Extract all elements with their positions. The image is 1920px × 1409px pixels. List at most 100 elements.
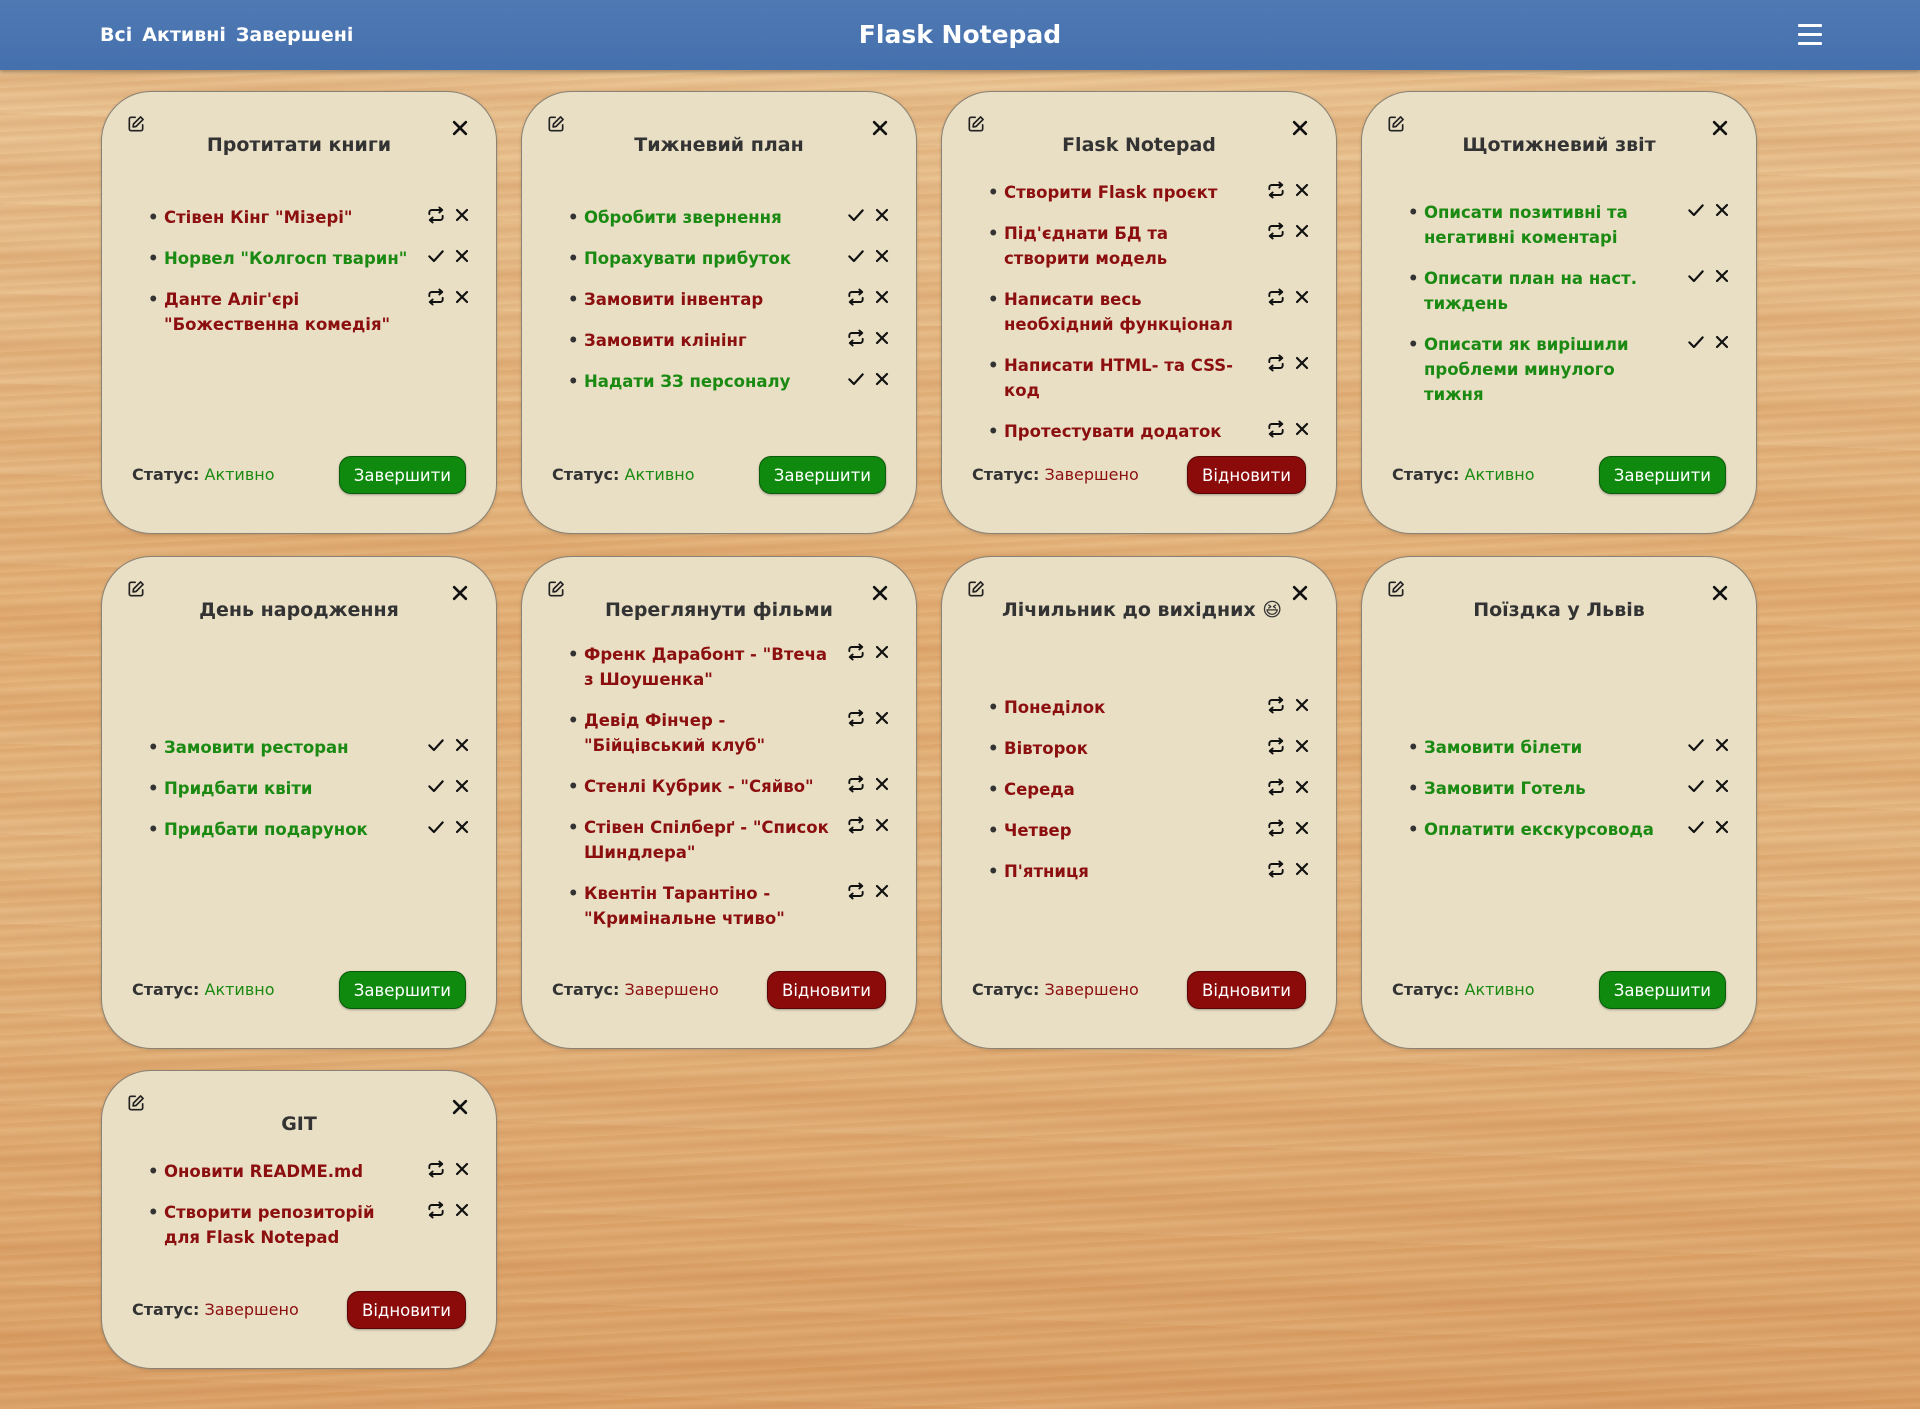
check-icon[interactable] bbox=[1686, 332, 1706, 352]
check-icon[interactable] bbox=[846, 205, 866, 225]
remove-icon[interactable] bbox=[1292, 736, 1312, 756]
remove-icon[interactable] bbox=[452, 205, 472, 225]
complete-button[interactable]: Завершити bbox=[338, 456, 466, 494]
complete-button[interactable]: Завершити bbox=[1598, 456, 1726, 494]
close-icon[interactable] bbox=[1290, 118, 1310, 138]
repeat-icon[interactable] bbox=[1266, 180, 1286, 200]
remove-icon[interactable] bbox=[1712, 735, 1732, 755]
repeat-icon[interactable] bbox=[426, 287, 446, 307]
edit-icon[interactable] bbox=[546, 114, 566, 134]
restore-button[interactable]: Відновити bbox=[1187, 456, 1306, 494]
repeat-icon[interactable] bbox=[426, 1159, 446, 1179]
remove-icon[interactable] bbox=[872, 205, 892, 225]
check-icon[interactable] bbox=[1686, 735, 1706, 755]
check-icon[interactable] bbox=[426, 246, 446, 266]
remove-icon[interactable] bbox=[1712, 266, 1732, 286]
restore-button[interactable]: Відновити bbox=[767, 971, 886, 1009]
check-icon[interactable] bbox=[426, 735, 446, 755]
edit-icon[interactable] bbox=[1386, 579, 1406, 599]
restore-button[interactable]: Відновити bbox=[347, 1291, 466, 1329]
remove-icon[interactable] bbox=[452, 246, 472, 266]
close-icon[interactable] bbox=[870, 118, 890, 138]
remove-icon[interactable] bbox=[1712, 776, 1732, 796]
remove-icon[interactable] bbox=[452, 1159, 472, 1179]
remove-icon[interactable] bbox=[1292, 353, 1312, 373]
filter-all-link[interactable]: Всі bbox=[100, 24, 132, 46]
repeat-icon[interactable] bbox=[846, 815, 866, 835]
repeat-icon[interactable] bbox=[846, 287, 866, 307]
repeat-icon[interactable] bbox=[846, 708, 866, 728]
edit-icon[interactable] bbox=[126, 1093, 146, 1113]
check-icon[interactable] bbox=[1686, 200, 1706, 220]
close-icon[interactable] bbox=[1710, 583, 1730, 603]
remove-icon[interactable] bbox=[452, 817, 472, 837]
repeat-icon[interactable] bbox=[1266, 353, 1286, 373]
remove-icon[interactable] bbox=[1712, 200, 1732, 220]
remove-icon[interactable] bbox=[452, 776, 472, 796]
repeat-icon[interactable] bbox=[846, 774, 866, 794]
remove-icon[interactable] bbox=[1292, 180, 1312, 200]
remove-icon[interactable] bbox=[872, 774, 892, 794]
hamburger-menu-icon[interactable] bbox=[1798, 24, 1822, 46]
check-icon[interactable] bbox=[846, 369, 866, 389]
remove-icon[interactable] bbox=[872, 881, 892, 901]
complete-button[interactable]: Завершити bbox=[758, 456, 886, 494]
remove-icon[interactable] bbox=[872, 369, 892, 389]
edit-icon[interactable] bbox=[966, 579, 986, 599]
check-icon[interactable] bbox=[1686, 776, 1706, 796]
repeat-icon[interactable] bbox=[1266, 777, 1286, 797]
filter-completed-link[interactable]: Завершені bbox=[236, 24, 354, 46]
close-icon[interactable] bbox=[450, 1097, 470, 1117]
remove-icon[interactable] bbox=[452, 1200, 472, 1220]
repeat-icon[interactable] bbox=[1266, 818, 1286, 838]
remove-icon[interactable] bbox=[1292, 695, 1312, 715]
restore-button[interactable]: Відновити bbox=[1187, 971, 1306, 1009]
remove-icon[interactable] bbox=[1712, 332, 1732, 352]
close-icon[interactable] bbox=[450, 118, 470, 138]
check-icon[interactable] bbox=[846, 246, 866, 266]
check-icon[interactable] bbox=[426, 817, 446, 837]
repeat-icon[interactable] bbox=[426, 205, 446, 225]
edit-icon[interactable] bbox=[126, 579, 146, 599]
remove-icon[interactable] bbox=[1292, 287, 1312, 307]
remove-icon[interactable] bbox=[872, 328, 892, 348]
remove-icon[interactable] bbox=[1292, 777, 1312, 797]
repeat-icon[interactable] bbox=[846, 881, 866, 901]
repeat-icon[interactable] bbox=[846, 328, 866, 348]
filter-active-link[interactable]: Активні bbox=[142, 24, 226, 46]
check-icon[interactable] bbox=[426, 776, 446, 796]
repeat-icon[interactable] bbox=[846, 642, 866, 662]
complete-button[interactable]: Завершити bbox=[1598, 971, 1726, 1009]
close-icon[interactable] bbox=[450, 583, 470, 603]
remove-icon[interactable] bbox=[872, 708, 892, 728]
remove-icon[interactable] bbox=[872, 642, 892, 662]
repeat-icon[interactable] bbox=[426, 1200, 446, 1220]
remove-icon[interactable] bbox=[1292, 419, 1312, 439]
remove-icon[interactable] bbox=[1292, 221, 1312, 241]
repeat-icon[interactable] bbox=[1266, 736, 1286, 756]
edit-icon[interactable] bbox=[1386, 114, 1406, 134]
remove-icon[interactable] bbox=[452, 735, 472, 755]
remove-icon[interactable] bbox=[872, 246, 892, 266]
close-icon[interactable] bbox=[870, 583, 890, 603]
remove-icon[interactable] bbox=[872, 287, 892, 307]
remove-icon[interactable] bbox=[872, 815, 892, 835]
complete-button[interactable]: Завершити bbox=[338, 971, 466, 1009]
repeat-icon[interactable] bbox=[1266, 419, 1286, 439]
remove-icon[interactable] bbox=[452, 287, 472, 307]
close-icon[interactable] bbox=[1710, 118, 1730, 138]
repeat-icon[interactable] bbox=[1266, 695, 1286, 715]
task-text: Порахувати прибуток bbox=[584, 249, 792, 268]
close-icon[interactable] bbox=[1290, 583, 1310, 603]
remove-icon[interactable] bbox=[1292, 859, 1312, 879]
repeat-icon[interactable] bbox=[1266, 859, 1286, 879]
repeat-icon[interactable] bbox=[1266, 287, 1286, 307]
check-icon[interactable] bbox=[1686, 266, 1706, 286]
repeat-icon[interactable] bbox=[1266, 221, 1286, 241]
check-icon[interactable] bbox=[1686, 817, 1706, 837]
edit-icon[interactable] bbox=[126, 114, 146, 134]
edit-icon[interactable] bbox=[546, 579, 566, 599]
remove-icon[interactable] bbox=[1292, 818, 1312, 838]
edit-icon[interactable] bbox=[966, 114, 986, 134]
remove-icon[interactable] bbox=[1712, 817, 1732, 837]
